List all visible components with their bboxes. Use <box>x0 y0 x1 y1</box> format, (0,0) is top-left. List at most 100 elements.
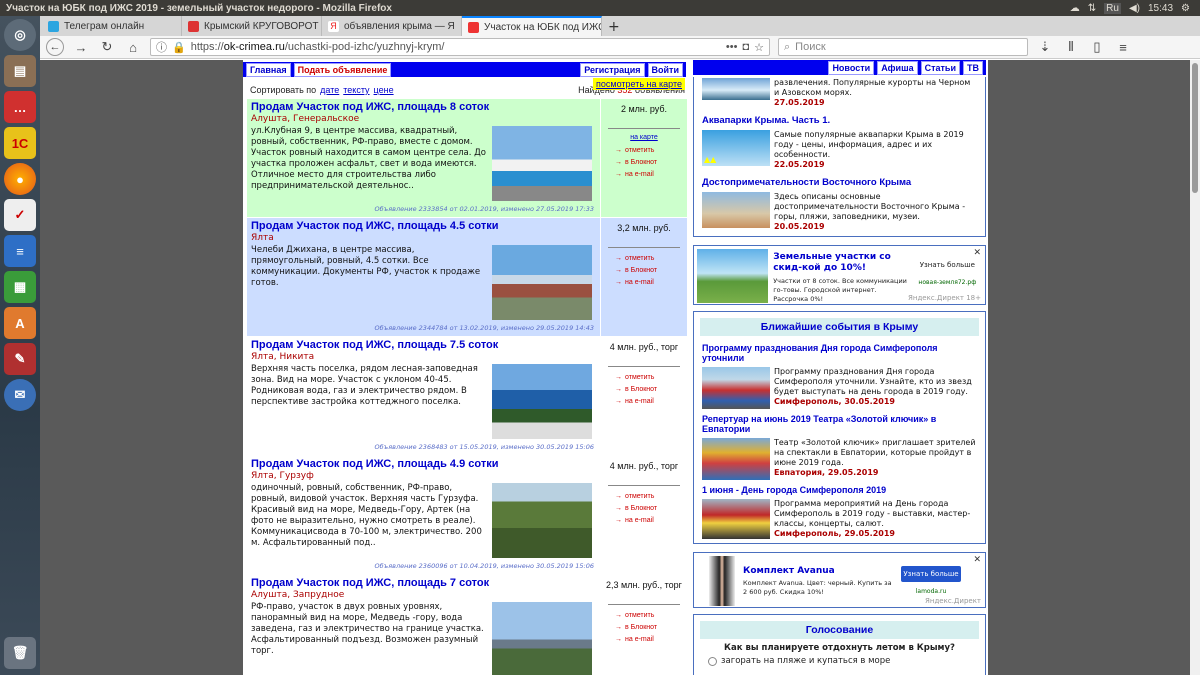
nav-tv[interactable]: ТВ <box>963 60 983 75</box>
info-icon[interactable]: ⓘ <box>156 39 167 55</box>
url-bar[interactable]: ⓘ 🔒 https://ok-crimea.ru/uchastki-pod-iz… <box>150 38 770 56</box>
nav-home[interactable]: Главная <box>246 62 291 77</box>
new-tab-button[interactable]: + <box>602 18 626 36</box>
ad-title[interactable]: Земельные участки со скид-кой до 10%! <box>773 252 908 274</box>
ad-photo[interactable] <box>492 602 592 675</box>
notebook-action[interactable]: → в Блокнот <box>604 503 684 515</box>
page-scrollbar[interactable] <box>1190 60 1200 675</box>
ad-image[interactable] <box>697 249 769 303</box>
ad-cta-link[interactable]: Узнать больше <box>913 261 982 269</box>
page-actions-icon[interactable]: ••• <box>726 41 738 53</box>
lock-icon[interactable]: 🔒 <box>172 41 186 54</box>
home-button[interactable]: ⌂ <box>124 40 142 55</box>
email-action[interactable]: → на e-mail <box>604 277 684 289</box>
ad-photo[interactable] <box>492 483 592 558</box>
article-item[interactable]: Здесь описаны основные достопримечательн… <box>694 190 985 233</box>
tab-telegram[interactable]: Телеграм онлайн <box>42 16 182 36</box>
event-thumbnail[interactable] <box>702 438 770 480</box>
nav-afisha[interactable]: Афиша <box>877 60 918 75</box>
dropbox-icon[interactable]: ☁ <box>1070 3 1080 14</box>
article-item[interactable]: ▲▲ Самые популярные аквапарки Крыма в 20… <box>694 128 985 171</box>
email-action[interactable]: → на e-mail <box>604 515 684 527</box>
back-button[interactable]: ← <box>46 38 64 56</box>
sort-by-text[interactable]: тексту <box>343 85 369 95</box>
tab-yandex[interactable]: Яобъявления крыма — Я <box>322 16 462 36</box>
ad-label[interactable]: Яндекс.Директ <box>925 597 981 605</box>
firefox-icon[interactable]: ● <box>4 163 36 195</box>
bookmark-star-icon[interactable]: ☆ <box>754 41 764 54</box>
ad-image[interactable] <box>709 556 735 606</box>
mark-action[interactable]: → отметить <box>604 610 684 622</box>
mark-action[interactable]: → отметить <box>604 491 684 503</box>
pdf-icon[interactable]: ✓ <box>4 199 36 231</box>
url-text[interactable]: https://ok-crimea.ru/uchastki-pod-izhc/y… <box>191 41 721 53</box>
email-action[interactable]: → на e-mail <box>604 634 684 646</box>
tab-krugovorot[interactable]: Крымский КРУГОВОРОТ× <box>182 16 322 36</box>
volume-icon[interactable]: ◀) <box>1129 3 1140 14</box>
calc-icon[interactable]: ▦ <box>4 271 36 303</box>
scrollbar-thumb[interactable] <box>1192 63 1198 193</box>
language-indicator[interactable]: Ru <box>1104 2 1121 14</box>
settings-icon[interactable]: ✎ <box>4 343 36 375</box>
network-icon[interactable]: ⇅ <box>1088 3 1096 14</box>
1c-icon[interactable]: 1С <box>4 127 36 159</box>
ad-domain[interactable]: lamoda.ru <box>901 588 961 595</box>
nav-post-ad[interactable]: Подать объявление <box>293 62 392 77</box>
library-icon[interactable]: ⫴ <box>1062 39 1080 55</box>
sort-by-price[interactable]: цене <box>374 85 394 95</box>
ad-map-link[interactable]: на карте <box>604 134 684 141</box>
close-icon[interactable]: ✕ <box>973 555 981 565</box>
nav-register[interactable]: Регистрация <box>580 62 645 77</box>
poll-option[interactable]: загорать на пляже и купаться в море <box>694 653 985 669</box>
ad-photo[interactable] <box>492 126 592 201</box>
mark-action[interactable]: → отметить <box>604 145 684 157</box>
ad-cta-button[interactable]: Узнать больше <box>901 566 961 582</box>
sidebar-icon[interactable]: ▯ <box>1088 39 1106 55</box>
sort-by-date[interactable]: дате <box>320 85 339 95</box>
notebook-action[interactable]: → в Блокнот <box>604 157 684 169</box>
article-thumbnail[interactable] <box>702 78 770 100</box>
ad-title[interactable]: Продам Участок под ИЖС, площадь 4.9 сотк… <box>251 458 596 471</box>
writer-icon[interactable]: ≡ <box>4 235 36 267</box>
event-thumbnail[interactable] <box>702 367 770 409</box>
notebook-action[interactable]: → в Блокнот <box>604 622 684 634</box>
tab-active[interactable]: Участок на ЮБК под ИЖС× <box>462 16 602 36</box>
nav-news[interactable]: Новости <box>828 60 875 75</box>
notebook-action[interactable]: → в Блокнот <box>604 265 684 277</box>
article-thumbnail[interactable]: ▲▲ <box>702 130 770 166</box>
ubuntu-dash-icon[interactable]: ◎ <box>4 19 36 51</box>
event-thumbnail[interactable] <box>702 499 770 539</box>
show-on-map-link[interactable]: посмотреть на карте <box>593 78 685 90</box>
event-item[interactable]: Программу празднования Дня города Симфер… <box>694 365 985 411</box>
article-item[interactable]: развлечения. Популярные курорты на Черно… <box>694 77 985 109</box>
article-thumbnail[interactable] <box>702 192 770 228</box>
event-item[interactable]: Театр «Золотой ключик» приглашает зрител… <box>694 436 985 482</box>
event-title[interactable]: 1 июня - День города Симферополя 2019 <box>694 482 985 497</box>
ad-title[interactable]: Комплект Avanua <box>743 566 893 576</box>
ad-photo[interactable] <box>492 364 592 439</box>
nav-login[interactable]: Войти <box>647 62 683 77</box>
email-action[interactable]: → на e-mail <box>604 169 684 181</box>
reload-button[interactable]: ↻ <box>98 39 116 55</box>
clock[interactable]: 15:43 <box>1148 3 1173 14</box>
ad-title[interactable]: Продам Участок под ИЖС, площадь 4.5 сотк… <box>251 220 596 233</box>
event-title[interactable]: Репертуар на июнь 2019 Театра «Золотой к… <box>694 411 985 436</box>
files-icon[interactable]: ▤ <box>4 55 36 87</box>
mark-action[interactable]: → отметить <box>604 372 684 384</box>
close-icon[interactable]: ✕ <box>973 248 981 258</box>
forward-button[interactable]: → <box>72 40 90 55</box>
ad-photo[interactable] <box>492 245 592 320</box>
nav-articles[interactable]: Статьи <box>920 60 960 75</box>
notebook-action[interactable]: → в Блокнот <box>604 384 684 396</box>
ad-title[interactable]: Продам Участок под ИЖС, площадь 7 соток <box>251 577 596 590</box>
radio-button[interactable] <box>708 656 717 666</box>
email-action[interactable]: → на e-mail <box>604 396 684 408</box>
event-title[interactable]: Программу празднования Дня города Симфер… <box>694 340 985 365</box>
power-icon[interactable]: ⚙ <box>1181 3 1190 14</box>
trash-icon[interactable]: 🗑 <box>4 637 36 669</box>
ad-banner-land[interactable]: Земельные участки со скид-кой до 10%! Уч… <box>693 245 986 305</box>
search-input[interactable]: ⌕ Поиск <box>778 38 1028 56</box>
pocket-icon[interactable]: ◘ <box>742 41 749 53</box>
ad-title[interactable]: Продам Участок под ИЖС, площадь 7.5 сото… <box>251 339 596 352</box>
menu-icon[interactable]: ≡ <box>1114 40 1132 55</box>
